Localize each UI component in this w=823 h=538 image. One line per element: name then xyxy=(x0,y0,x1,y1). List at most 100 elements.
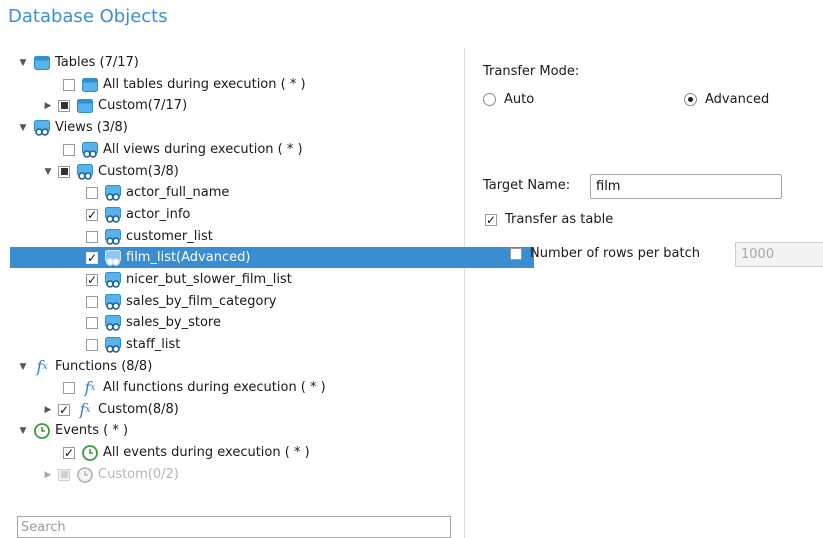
tree-item-label: All views during execution ( * ) xyxy=(103,142,303,157)
collapse-arrow-icon[interactable]: ▶ xyxy=(42,404,54,416)
tree-item-view[interactable]: sales_by_film_category xyxy=(0,291,548,312)
tree-item-label: sales_by_store xyxy=(126,315,221,330)
view-icon xyxy=(81,141,99,159)
tree-node-functions[interactable]: ▼ 𝑓x Functions (8/8) xyxy=(0,356,479,377)
tree-node-views-custom[interactable]: ▼ Custom(3/8) xyxy=(0,161,504,182)
function-icon: 𝑓x xyxy=(79,400,91,419)
view-icon xyxy=(104,249,122,267)
function-icon: 𝑓x xyxy=(84,378,96,397)
checkbox-checked[interactable]: ✓ xyxy=(63,446,75,459)
tree-item-view-selected[interactable]: ✓ film_list(Advanced) xyxy=(10,247,534,268)
view-icon xyxy=(104,314,122,332)
tree-node-label: Custom(8/8) xyxy=(98,402,179,417)
checkbox[interactable] xyxy=(63,78,75,91)
tree-node-label: Custom(3/8) xyxy=(98,164,179,179)
tree-node-label: Functions (8/8) xyxy=(55,359,153,374)
tree-item-label: All tables during execution ( * ) xyxy=(103,77,306,92)
tree-node-functions-custom[interactable]: ▶ ✓ 𝑓x Custom(8/8) xyxy=(0,399,504,420)
checkbox-checked[interactable]: ✓ xyxy=(58,403,70,416)
transfer-as-table-checkbox[interactable]: ✓ Transfer as table xyxy=(485,212,613,227)
checkbox[interactable] xyxy=(63,143,75,156)
tree-item-label: actor_full_name xyxy=(126,185,230,200)
tree-item-label: staff_list xyxy=(126,337,181,352)
checkbox-partial[interactable] xyxy=(58,99,70,112)
tree-item-label: sales_by_film_category xyxy=(126,294,277,309)
tree-item-label: All functions during execution ( * ) xyxy=(103,380,326,395)
tree-node-events[interactable]: ▼ Events ( * ) xyxy=(0,420,479,441)
tree-item-all-functions[interactable]: 𝑓x All functions during execution ( * ) xyxy=(0,377,525,398)
mode-auto-label: Auto xyxy=(504,92,535,107)
tree-item-all-views[interactable]: All views during execution ( * ) xyxy=(0,139,525,160)
mode-auto-radio[interactable]: Auto xyxy=(483,92,534,107)
transfer-mode-label: Transfer Mode: xyxy=(483,64,580,79)
rows-per-batch-label: Number of rows per batch xyxy=(530,246,700,261)
radio-selected[interactable] xyxy=(684,93,697,106)
view-icon xyxy=(104,206,122,224)
tree-item-all-events[interactable]: ✓ All events during execution ( * ) xyxy=(0,442,525,463)
tree-node-label: Events ( * ) xyxy=(55,423,129,438)
view-icon xyxy=(104,271,122,289)
checkbox-checked[interactable]: ✓ xyxy=(485,213,497,226)
tree-item-label: nicer_but_slower_film_list xyxy=(126,272,292,287)
tree-item-label: film_list(Advanced) xyxy=(126,250,251,265)
checkbox[interactable] xyxy=(86,338,98,351)
checkbox-disabled xyxy=(58,468,70,481)
collapse-arrow-icon: ▶ xyxy=(44,469,52,480)
checkbox-checked[interactable]: ✓ xyxy=(86,208,98,221)
checkbox-partial[interactable] xyxy=(58,165,70,178)
mode-advanced-radio[interactable]: Advanced xyxy=(684,92,769,107)
view-icon xyxy=(76,163,94,181)
tree-item-view[interactable]: staff_list xyxy=(0,334,548,355)
clock-icon xyxy=(81,444,99,462)
tree-node-tables[interactable]: ▼ Tables (7/17) xyxy=(0,52,479,73)
checkbox[interactable] xyxy=(86,295,98,308)
tree-item-all-tables[interactable]: All tables during execution ( * ) xyxy=(0,74,525,95)
expand-arrow-icon[interactable]: ▼ xyxy=(17,425,29,437)
clock-icon xyxy=(76,466,94,484)
expand-arrow-icon[interactable]: ▼ xyxy=(42,166,54,178)
page-title: Database Objects xyxy=(8,6,168,27)
view-icon xyxy=(104,184,122,202)
tree-node-label: Custom(0/2) xyxy=(98,467,179,482)
mode-advanced-label: Advanced xyxy=(705,92,770,107)
collapse-arrow-icon[interactable]: ▶ xyxy=(42,100,54,112)
transfer-as-table-label: Transfer as table xyxy=(505,212,614,227)
table-icon xyxy=(33,54,51,72)
expand-arrow-icon[interactable]: ▼ xyxy=(17,122,29,134)
view-icon xyxy=(104,228,122,246)
expand-arrow-icon[interactable]: ▼ xyxy=(17,361,29,373)
table-icon xyxy=(76,97,94,115)
checkbox[interactable] xyxy=(510,247,522,260)
rows-per-batch-input xyxy=(735,242,823,267)
tree-node-label: Tables (7/17) xyxy=(55,55,139,70)
table-icon xyxy=(81,76,99,94)
tree-item-label: actor_info xyxy=(126,207,191,222)
checkbox[interactable] xyxy=(63,381,75,394)
tree-item-label: All events during execution ( * ) xyxy=(103,445,310,460)
expand-arrow-icon[interactable]: ▼ xyxy=(17,57,29,69)
tree-node-views[interactable]: ▼ Views (3/8) xyxy=(0,117,479,138)
checkbox[interactable] xyxy=(86,230,98,243)
tree-item-view[interactable]: ✓ actor_info xyxy=(0,204,548,225)
tree-node-label: Custom(7/17) xyxy=(98,98,188,113)
target-name-label: Target Name: xyxy=(483,178,571,193)
tree-item-view[interactable]: customer_list xyxy=(0,226,548,247)
search-input[interactable] xyxy=(17,516,451,538)
radio-unselected[interactable] xyxy=(483,93,496,106)
view-icon xyxy=(33,119,51,137)
view-icon xyxy=(104,336,122,354)
tree-item-view[interactable]: ✓ nicer_but_slower_film_list xyxy=(0,269,548,290)
target-name-input[interactable] xyxy=(590,174,782,199)
tree-node-tables-custom[interactable]: ▶ Custom(7/17) xyxy=(0,95,504,116)
checkbox[interactable] xyxy=(86,186,98,199)
checkbox[interactable] xyxy=(86,316,98,329)
tree-item-view[interactable]: sales_by_store xyxy=(0,312,548,333)
rows-per-batch-checkbox[interactable]: Number of rows per batch xyxy=(510,246,700,261)
clock-icon xyxy=(33,422,51,440)
view-icon xyxy=(104,293,122,311)
tree-item-view[interactable]: actor_full_name xyxy=(0,182,548,203)
tree-node-events-custom: ▶ Custom(0/2) xyxy=(0,464,504,485)
checkbox-checked[interactable]: ✓ xyxy=(86,273,98,286)
function-icon: 𝑓x xyxy=(36,357,48,376)
checkbox-checked[interactable]: ✓ xyxy=(86,251,98,264)
